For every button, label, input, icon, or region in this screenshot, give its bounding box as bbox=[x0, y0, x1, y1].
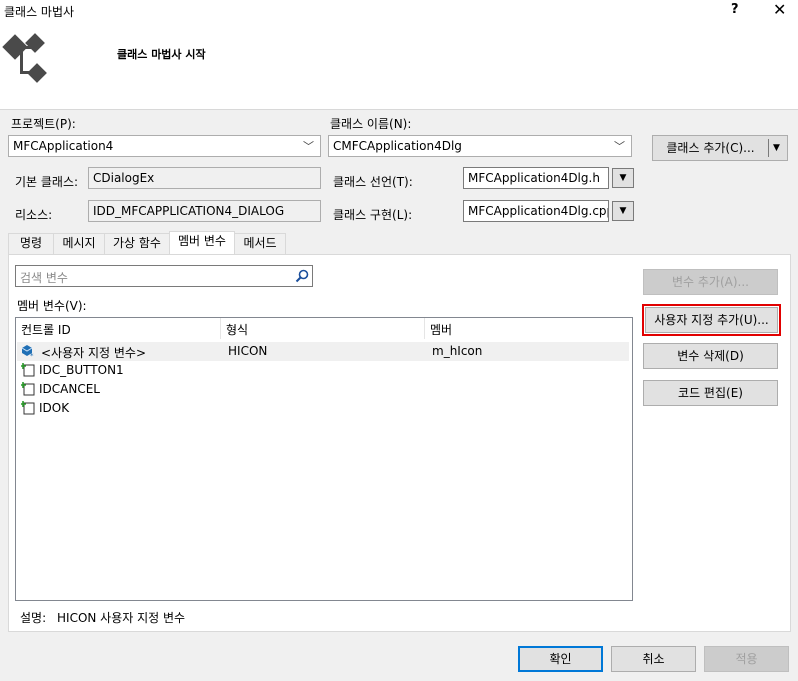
row-control-id: IDCANCEL bbox=[39, 382, 100, 396]
class-impl-label: 클래스 구현(L): bbox=[333, 208, 413, 222]
project-combo[interactable]: MFCApplication4 ﹀ bbox=[8, 135, 321, 157]
search-icon[interactable] bbox=[295, 269, 309, 283]
table-row[interactable]: IDOK bbox=[17, 399, 629, 418]
class-decl-field[interactable]: MFCApplication4Dlg.h bbox=[463, 167, 609, 189]
delete-variable-button[interactable]: 변수 삭제(D) bbox=[643, 343, 778, 369]
window-title: 클래스 마법사 bbox=[4, 5, 75, 19]
table-row[interactable]: IDC_BUTTON1 bbox=[17, 361, 629, 380]
add-class-button[interactable]: 클래스 추가(C)... ▼ bbox=[652, 135, 788, 161]
ok-button[interactable]: 확인 bbox=[518, 646, 603, 672]
resource-field: IDD_MFCAPPLICATION4_DIALOG bbox=[88, 200, 321, 222]
wizard-heading: 클래스 마법사 시작 bbox=[117, 48, 206, 61]
tab-virtual-functions[interactable]: 가상 함수 bbox=[104, 233, 170, 254]
row-control-id: IDOK bbox=[39, 401, 70, 415]
search-placeholder: 검색 변수 bbox=[20, 271, 68, 285]
help-button[interactable]: ? bbox=[731, 2, 739, 17]
chevron-down-icon: ﹀ bbox=[614, 140, 625, 153]
add-variable-button[interactable]: 변수 추가(A)... bbox=[643, 269, 778, 295]
base-class-field: CDialogEx bbox=[88, 167, 321, 189]
table-row[interactable]: IDCANCEL bbox=[17, 380, 629, 399]
description-value: HICON 사용자 지정 변수 bbox=[57, 611, 186, 625]
apply-button[interactable]: 적용 bbox=[704, 646, 789, 672]
row-type: HICON bbox=[228, 344, 268, 358]
project-value: MFCApplication4 bbox=[13, 139, 114, 153]
class-wizard-logo-icon bbox=[2, 33, 47, 83]
tab-member-variables[interactable]: 멤버 변수 bbox=[169, 231, 235, 254]
class-name-value: CMFCApplication4Dlg bbox=[333, 139, 462, 153]
custom-variable-icon: * bbox=[21, 345, 34, 358]
edit-code-button[interactable]: 코드 편집(E) bbox=[643, 380, 778, 406]
row-control-id: <사용자 지정 변수> bbox=[41, 346, 147, 360]
tab-messages[interactable]: 메시지 bbox=[53, 233, 105, 254]
class-impl-dropdown-button[interactable]: ▼ bbox=[612, 201, 634, 221]
resource-label: 리소스: bbox=[15, 208, 53, 222]
class-name-label: 클래스 이름(N): bbox=[330, 117, 412, 131]
control-id-icon bbox=[21, 382, 35, 396]
column-header-type[interactable]: 형식 bbox=[221, 318, 425, 339]
chevron-down-icon: ﹀ bbox=[303, 140, 314, 153]
class-decl-dropdown-button[interactable]: ▼ bbox=[612, 168, 634, 188]
members-label: 멤버 변수(V): bbox=[17, 299, 87, 313]
wizard-header: 클래스 마법사 시작 bbox=[0, 22, 798, 110]
class-name-combo[interactable]: CMFCApplication4Dlg ﹀ bbox=[328, 135, 632, 157]
control-id-icon bbox=[21, 363, 35, 377]
tab-methods[interactable]: 메서드 bbox=[234, 233, 286, 254]
control-id-icon bbox=[21, 401, 35, 415]
table-row[interactable]: * <사용자 지정 변수> HICON m_hIcon bbox=[17, 342, 629, 361]
caret-down-icon[interactable]: ▼ bbox=[773, 136, 780, 160]
project-label: 프로젝트(P): bbox=[11, 117, 76, 131]
tab-commands[interactable]: 명령 bbox=[8, 233, 54, 254]
svg-text:*: * bbox=[30, 352, 34, 358]
close-button[interactable]: ✕ bbox=[773, 0, 786, 19]
column-header-control-id[interactable]: 컨트롤 ID bbox=[16, 318, 221, 339]
description-label: 설명: bbox=[20, 611, 47, 625]
cancel-button[interactable]: 취소 bbox=[611, 646, 696, 672]
row-control-id: IDC_BUTTON1 bbox=[39, 363, 124, 377]
add-custom-button[interactable]: 사용자 지정 추가(U)... bbox=[642, 304, 781, 336]
split-divider bbox=[768, 139, 769, 157]
column-header-member[interactable]: 멤버 bbox=[425, 318, 632, 339]
class-decl-label: 클래스 선언(T): bbox=[333, 175, 413, 189]
class-impl-field[interactable]: MFCApplication4Dlg.cpp bbox=[463, 200, 609, 222]
base-class-label: 기본 클래스: bbox=[15, 175, 79, 189]
title-bar: 클래스 마법사 ? ✕ bbox=[0, 0, 798, 22]
members-list[interactable]: 컨트롤 ID 형식 멤버 * <사용자 지정 변수> HICON m_hIcon… bbox=[15, 317, 633, 601]
add-class-label: 클래스 추가(C)... bbox=[666, 141, 755, 155]
search-input[interactable]: 검색 변수 bbox=[15, 265, 313, 287]
row-member: m_hIcon bbox=[432, 344, 483, 358]
